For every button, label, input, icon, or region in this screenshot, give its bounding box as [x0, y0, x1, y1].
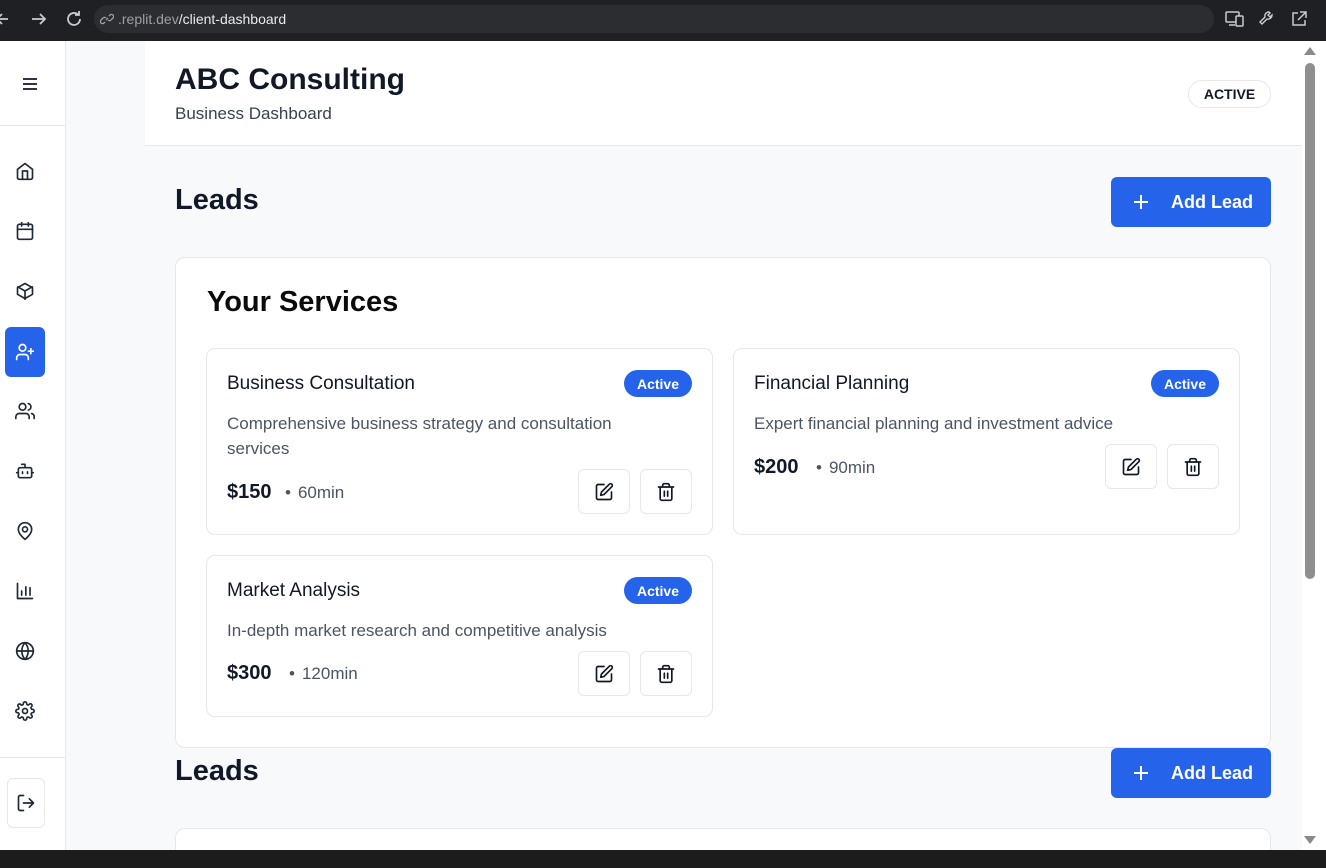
- os-taskbar: [0, 850, 1326, 868]
- sidebar-divider: [0, 757, 66, 758]
- sidebar-item-bot[interactable]: [5, 446, 45, 496]
- forward-icon[interactable]: [30, 8, 48, 30]
- edit-icon: [595, 482, 614, 500]
- service-duration: 60min: [285, 483, 344, 503]
- calendar-icon: [16, 221, 34, 241]
- trash-icon: [657, 482, 675, 501]
- sidebar-item-calendar[interactable]: [5, 206, 45, 256]
- service-price: $200: [754, 456, 799, 478]
- home-icon: [16, 162, 34, 181]
- edit-icon: [1122, 457, 1141, 475]
- service-description: In-depth market research and competitive…: [227, 621, 607, 640]
- sidebar-item-leads[interactable]: [5, 327, 45, 377]
- plus-icon: [1134, 195, 1148, 209]
- page-header: ABC Consulting Business Dashboard ACTIVE: [145, 41, 1302, 146]
- service-status-badge: Active: [623, 370, 692, 397]
- trash-icon: [1184, 457, 1202, 476]
- bot-icon: [15, 463, 35, 479]
- reload-icon[interactable]: [64, 8, 84, 30]
- sidebar-divider: [0, 125, 66, 126]
- page-scrollbar[interactable]: [1302, 41, 1326, 850]
- user-plus-icon: [15, 343, 35, 361]
- devices-icon[interactable]: [1225, 10, 1245, 28]
- edit-icon: [595, 664, 614, 682]
- edit-service-button[interactable]: [578, 469, 630, 514]
- delete-service-button[interactable]: [640, 469, 692, 514]
- service-status-badge: Active: [1150, 370, 1219, 397]
- add-lead-label: Add Lead: [1171, 762, 1254, 783]
- status-badge: ACTIVE: [1188, 80, 1271, 108]
- leads-title: Leads: [175, 184, 259, 216]
- delete-service-button[interactable]: [1167, 444, 1219, 489]
- edit-service-button[interactable]: [578, 651, 630, 696]
- link-icon: [100, 12, 114, 26]
- service-name: Market Analysis: [227, 580, 361, 601]
- service-card: Market Analysis Active In-depth market r…: [206, 555, 713, 717]
- back-icon[interactable]: [0, 8, 12, 30]
- trash-icon: [657, 664, 675, 683]
- menu-icon[interactable]: [18, 74, 42, 99]
- edit-service-button[interactable]: [1105, 444, 1157, 489]
- plus-icon: [1134, 766, 1148, 780]
- service-status-badge: Active: [623, 577, 692, 604]
- external-link-icon[interactable]: [1290, 10, 1308, 28]
- scroll-down-arrow[interactable]: [1304, 836, 1316, 844]
- map-pin-icon: [17, 521, 33, 541]
- sidebar: [0, 41, 66, 850]
- sidebar-item-users[interactable]: [5, 386, 45, 436]
- logout-button[interactable]: [7, 778, 45, 828]
- sidebar-item-home[interactable]: [5, 146, 45, 196]
- service-duration: 120min: [289, 664, 358, 684]
- leads-title: Leads: [175, 755, 259, 787]
- page-subtitle: Business Dashboard: [175, 104, 332, 123]
- globe-icon: [15, 641, 35, 661]
- log-out-icon: [17, 794, 35, 812]
- sidebar-item-settings[interactable]: [5, 686, 45, 736]
- services-panel: Your Services Business Consultation Acti…: [175, 257, 1271, 748]
- scroll-up-arrow[interactable]: [1304, 47, 1316, 55]
- add-lead-button[interactable]: Add Lead: [1111, 748, 1271, 798]
- service-price: $150: [227, 481, 272, 503]
- sidebar-item-services[interactable]: [5, 266, 45, 316]
- bar-chart-icon: [16, 582, 34, 600]
- users-icon: [15, 402, 35, 420]
- sidebar-item-web[interactable]: [5, 626, 45, 676]
- sidebar-item-analytics[interactable]: [5, 566, 45, 616]
- package-icon: [16, 282, 34, 301]
- service-name: Financial Planning: [754, 373, 910, 394]
- browser-toolbar: .replit.dev/client-dashboard: [0, 0, 1326, 41]
- service-card: Business Consultation Active Comprehensi…: [206, 348, 713, 535]
- url-text: .replit.dev/client-dashboard: [118, 11, 287, 27]
- services-title: Your Services: [207, 286, 399, 318]
- business-name: ABC Consulting: [175, 63, 405, 96]
- wrench-icon[interactable]: [1258, 10, 1276, 28]
- sidebar-item-locations[interactable]: [5, 506, 45, 556]
- scroll-thumb[interactable]: [1305, 63, 1315, 579]
- service-card: Financial Planning Active Expert financi…: [733, 348, 1240, 535]
- address-bar[interactable]: .replit.dev/client-dashboard: [94, 5, 1214, 33]
- settings-icon: [15, 701, 35, 721]
- delete-service-button[interactable]: [640, 651, 692, 696]
- add-lead-label: Add Lead: [1171, 191, 1254, 212]
- service-description: Comprehensive business strategy and cons…: [227, 414, 612, 458]
- service-description: Expert financial planning and investment…: [754, 414, 1114, 433]
- service-name: Business Consultation: [227, 373, 415, 394]
- service-price: $300: [227, 662, 272, 684]
- add-lead-button[interactable]: Add Lead: [1111, 177, 1271, 227]
- service-duration: 90min: [816, 458, 875, 478]
